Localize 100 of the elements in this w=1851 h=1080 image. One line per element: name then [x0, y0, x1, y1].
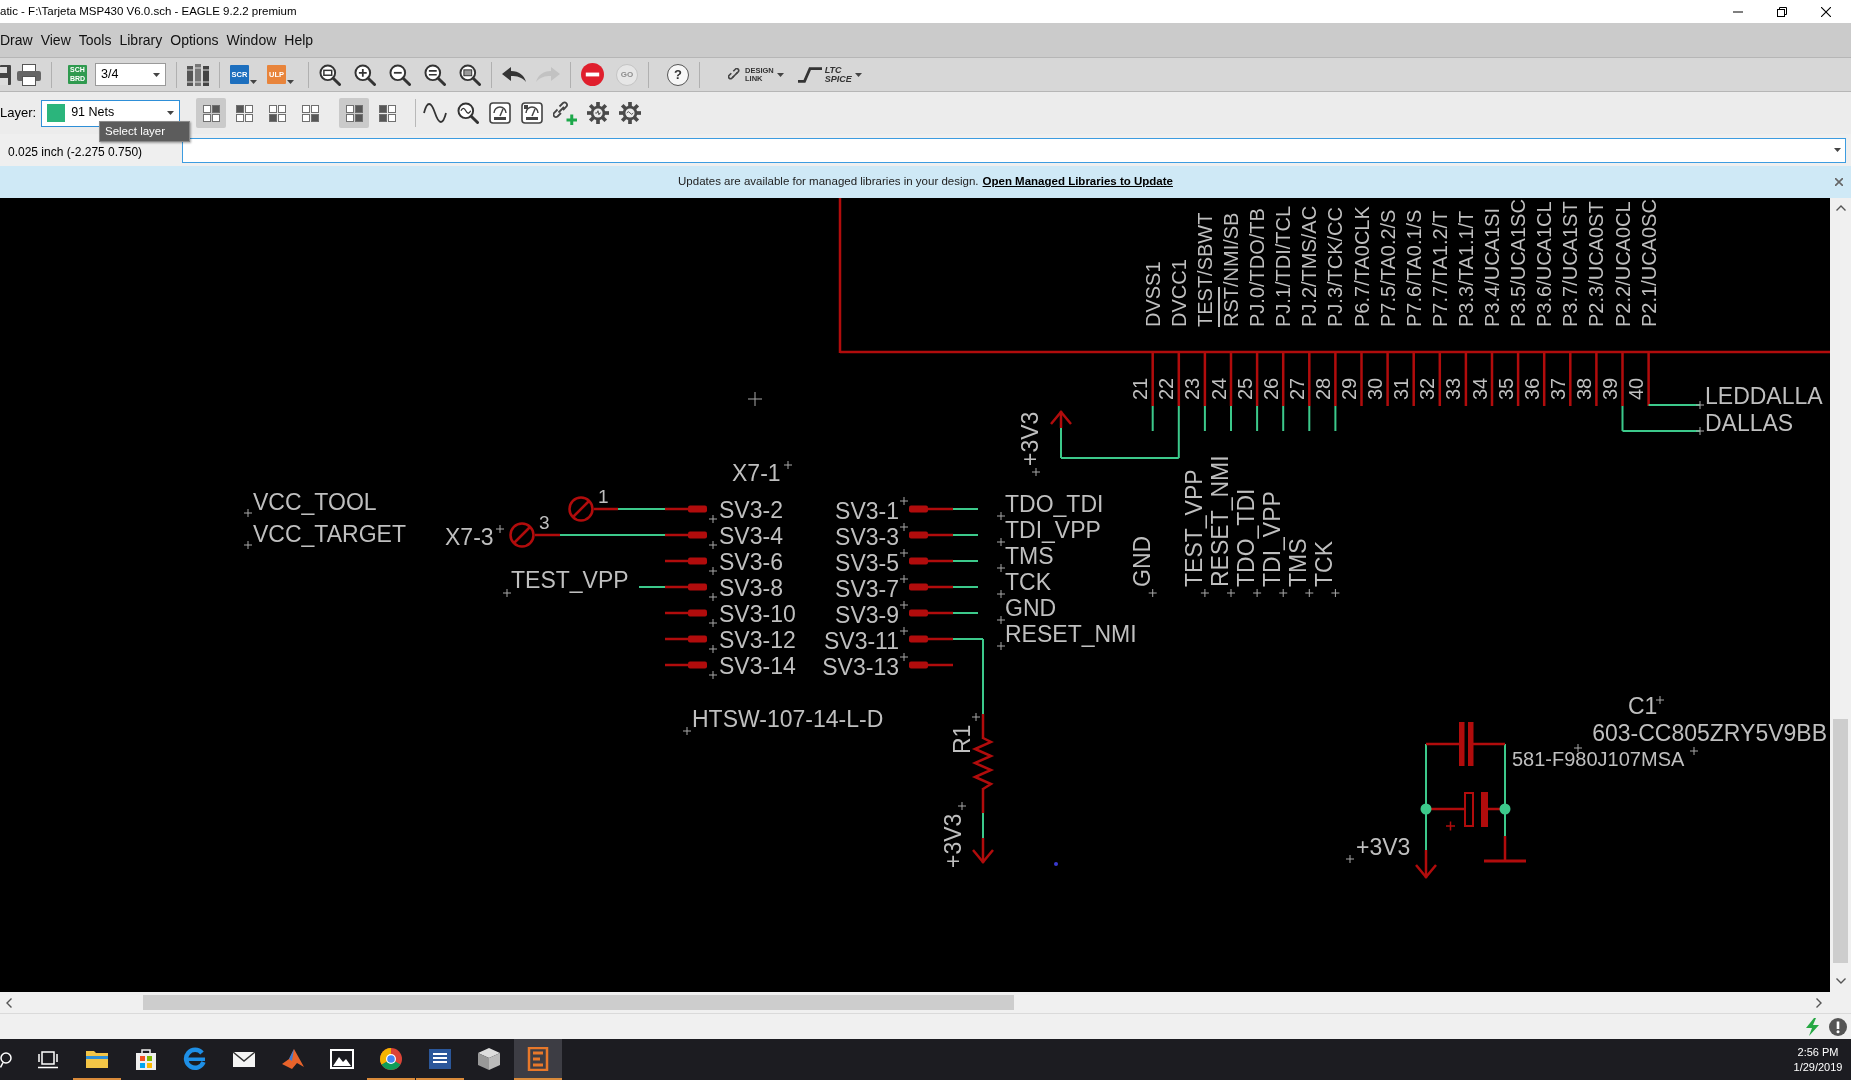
- ring-logo-icon[interactable]: [379, 1046, 403, 1071]
- origin-cross-icon: [997, 590, 1005, 598]
- zoom-fit-icon[interactable]: [319, 63, 341, 86]
- origin-cross-icon: [900, 523, 908, 531]
- books-icon[interactable]: [187, 63, 209, 86]
- swirl-logo-icon[interactable]: [183, 1046, 207, 1071]
- update-link[interactable]: Open Managed Libraries to Update: [982, 173, 1173, 191]
- sine-wave-icon[interactable]: [423, 103, 448, 123]
- help-button[interactable]: ?: [667, 63, 689, 86]
- origin-cross-icon: [1305, 589, 1314, 597]
- shopping-bag-icon[interactable]: [134, 1046, 158, 1071]
- coordinate-readout: 0.025 inch (-2.275 0.750): [7, 145, 144, 159]
- polarized-capacitor-symbol: [1464, 792, 1488, 827]
- zoom-out-icon[interactable]: [389, 63, 411, 86]
- app-tile-icon[interactable]: [526, 1046, 550, 1071]
- pin-name: SV3-8: [719, 575, 783, 601]
- magnifier-wave-icon[interactable]: [457, 102, 480, 124]
- clock-date: 1/29/2019: [1793, 1059, 1843, 1075]
- scrollbar-thumb[interactable]: [143, 995, 1014, 1010]
- spice-button[interactable]: LTC SPICE: [793, 65, 866, 84]
- scrollbar-thumb[interactable]: [1833, 719, 1848, 963]
- pin-name: SV3-2: [719, 497, 783, 523]
- menu-item[interactable]: Help: [284, 29, 314, 51]
- supply-arrow-icon: [972, 838, 994, 864]
- gear-icon[interactable]: [587, 102, 610, 124]
- view-mode-button[interactable]: [196, 98, 227, 128]
- zoom-lines-icon[interactable]: [424, 63, 446, 86]
- menu-item[interactable]: Window: [226, 29, 277, 51]
- task-view-icon[interactable]: [38, 1050, 58, 1069]
- scroll-up-icon[interactable]: [1835, 205, 1846, 211]
- zoom-in-icon[interactable]: [354, 63, 376, 86]
- meter-icon[interactable]: [521, 102, 544, 124]
- lightning-icon[interactable]: [1804, 1017, 1820, 1036]
- cube-icon[interactable]: [477, 1046, 501, 1071]
- origin-cross-icon: [709, 619, 717, 627]
- scroll-right-icon[interactable]: [1816, 997, 1822, 1008]
- zoom-window-icon[interactable]: [459, 63, 481, 86]
- menu-item[interactable]: Tools: [78, 29, 112, 51]
- caret-icon[interactable]: [1834, 148, 1841, 152]
- scroll-down-icon[interactable]: [1835, 978, 1846, 984]
- origin-cross-icon: [1346, 855, 1354, 863]
- origin-cross-icon: [997, 642, 1005, 650]
- undo-arrow-icon[interactable]: [502, 67, 526, 82]
- caret-icon[interactable]: [153, 72, 160, 77]
- supply-label: +3V3: [1017, 411, 1043, 466]
- pin-number: 28: [1311, 377, 1334, 400]
- pin-line: [909, 557, 953, 565]
- net-label: TDO_TDI: [1005, 491, 1104, 517]
- search-icon[interactable]: [0, 1051, 12, 1068]
- part-name: X7-1: [732, 460, 781, 486]
- link-plus-icon[interactable]: [553, 101, 578, 125]
- caret-icon[interactable]: [167, 111, 175, 115]
- pin-name: SV3-7: [835, 576, 899, 602]
- menu-item[interactable]: View: [40, 29, 71, 51]
- origin-cross-icon: [900, 549, 908, 557]
- caret-icon[interactable]: [776, 72, 784, 77]
- menu-item[interactable]: Library: [119, 29, 163, 51]
- pin-number: 34: [1468, 377, 1491, 400]
- part-value: HTSW-107-14-L-D: [692, 706, 884, 732]
- close-icon[interactable]: [1821, 6, 1831, 17]
- pin-name: P7.6/TA0.1/S: [1402, 209, 1425, 327]
- picture-icon[interactable]: [330, 1046, 354, 1071]
- exclamation-icon[interactable]: [1829, 1017, 1847, 1036]
- net-label: LEDDALLA: [1705, 383, 1823, 409]
- document-tile-icon[interactable]: [428, 1046, 452, 1071]
- pin-number: 40: [1625, 377, 1648, 400]
- origin-cross-icon: [900, 601, 908, 609]
- pin-line: [1595, 353, 1598, 406]
- command-field[interactable]: [182, 137, 1846, 163]
- pin-name: P3.5/UCA1SC: [1507, 199, 1530, 327]
- net-label: TDI_VPP: [1259, 491, 1286, 587]
- net-label: TCK: [1005, 569, 1051, 595]
- pin-name: P2.3/UCA0ST: [1585, 201, 1608, 327]
- pin-line: [1426, 742, 1459, 746]
- pin-name: P2.2/UCA0CL: [1611, 201, 1634, 327]
- stop-icon[interactable]: [581, 63, 604, 86]
- caret-icon[interactable]: [250, 80, 257, 84]
- caret-icon[interactable]: [854, 72, 862, 77]
- gear-icon[interactable]: [619, 102, 642, 124]
- sheet-select[interactable]: 3/4: [95, 63, 166, 86]
- menu-item[interactable]: Draw: [0, 29, 33, 51]
- origin-cross-icon: [997, 564, 1005, 572]
- meter-icon[interactable]: [489, 102, 512, 124]
- origin-cross-icon: [709, 671, 717, 679]
- pin-line: [665, 583, 707, 591]
- origin-cross-icon: [900, 627, 908, 635]
- origin-cross-icon: [997, 538, 1005, 546]
- caret-icon[interactable]: [287, 80, 294, 84]
- net-label: GND: [1005, 595, 1057, 621]
- restore-icon[interactable]: [1777, 6, 1787, 17]
- menu-item[interactable]: Options: [170, 29, 219, 51]
- pin-name: SV3-6: [719, 549, 783, 575]
- supply-label: +3V3: [1356, 834, 1411, 860]
- view-mode-button[interactable]: [339, 98, 370, 128]
- pin-name: SV3-5: [835, 550, 899, 576]
- origin-cross-icon: [972, 713, 980, 721]
- net-wire: [953, 586, 978, 588]
- scroll-left-icon[interactable]: [6, 997, 12, 1008]
- printer-icon[interactable]: [17, 63, 41, 86]
- origin-cross-icon: [709, 645, 717, 653]
